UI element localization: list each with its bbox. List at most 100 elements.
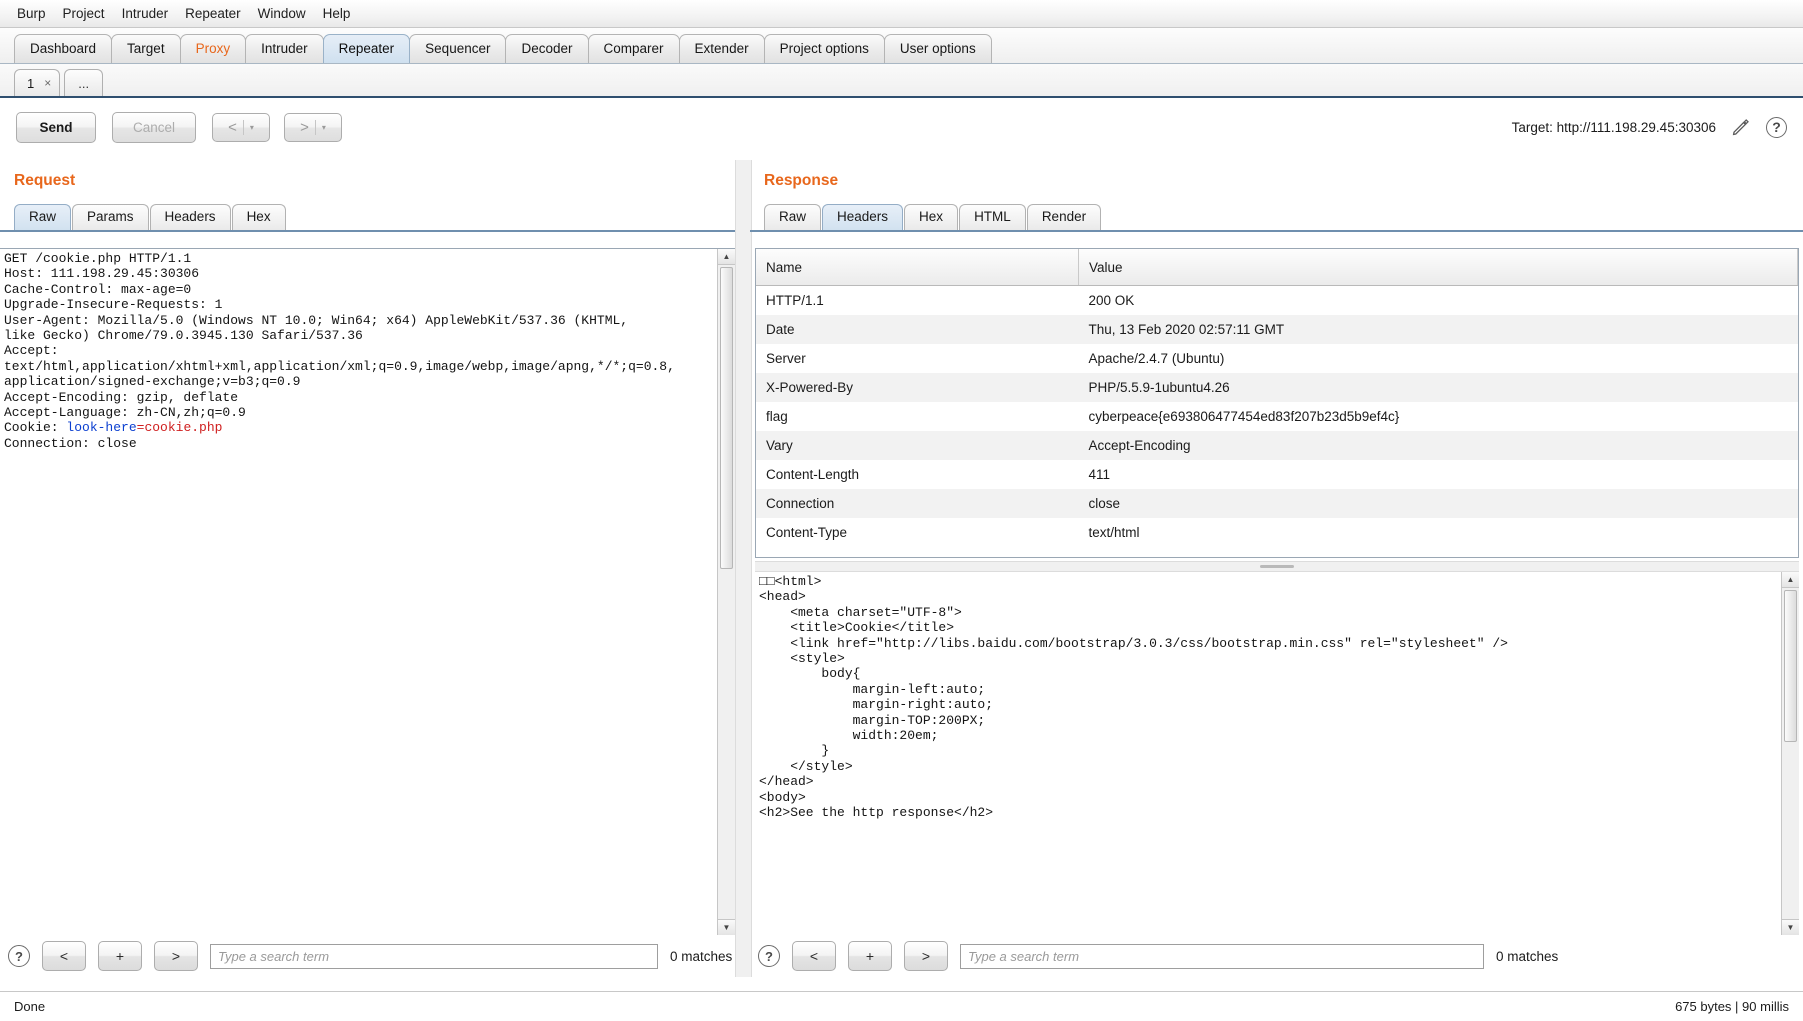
table-row[interactable]: Server Apache/2.4.7 (Ubuntu) [756,344,1798,373]
response-tab-html[interactable]: HTML [959,204,1026,230]
table-row[interactable]: HTTP/1.1 200 OK [756,286,1798,316]
table-row[interactable]: Vary Accept-Encoding [756,431,1798,460]
request-raw-editor[interactable]: GET /cookie.php HTTP/1.1 Host: 111.198.29… [0,249,718,935]
request-line: GET /cookie.php HTTP/1.1 [4,251,192,266]
search-prev-button[interactable]: < [42,941,86,971]
header-name-cell: Date [756,315,1079,344]
search-next-button[interactable]: > [904,941,948,971]
response-tab-headers[interactable]: Headers [822,204,904,230]
request-response-split: Request Raw Params Headers Hex GET /cook… [0,160,1803,977]
search-prev-button[interactable]: < [792,941,836,971]
header-name-cell: Content-Length [766,467,860,482]
table-row[interactable]: Content-Length 411 [756,460,1798,489]
header-name-cell: Server [766,351,806,366]
send-button[interactable]: Send [16,111,96,143]
header-value-cell: PHP/5.5.9-1ubuntu4.26 [1078,373,1798,402]
search-next-button[interactable]: > [154,941,198,971]
status-bar: Done 675 bytes | 90 millis [0,991,1803,1021]
tab-extender[interactable]: Extender [678,34,765,63]
chevron-right-icon: > [300,118,309,136]
tab-decoder[interactable]: Decoder [505,34,589,63]
menu-item-burp[interactable]: Burp [9,3,55,24]
menu-item-help[interactable]: Help [315,3,360,24]
request-line: text/html,application/xhtml+xml,applicat… [4,358,675,374]
tab-project-options[interactable]: Project options [763,34,885,63]
header-value-cell: text/html [1088,525,1140,540]
response-tab-hex[interactable]: Hex [904,204,959,230]
request-line: User-Agent: Mozilla/5.0 (Windows NT 10.0… [4,312,629,328]
menu-item-intruder[interactable]: Intruder [114,3,178,24]
response-body-text[interactable]: □□<html> <head> <meta charset="UTF-8"> <… [759,574,1781,935]
request-tab-hex[interactable]: Hex [231,204,286,230]
response-tab-strip: Raw Headers Hex HTML Render [750,202,1803,232]
help-icon[interactable]: ? [1766,116,1787,138]
divider [242,119,244,135]
tab-target[interactable]: Target [111,34,181,63]
header-name-cell: Vary [756,431,1079,460]
forward-button[interactable]: > ▾ [284,112,342,142]
status-left-label: Done [14,999,46,1014]
response-tab-raw[interactable]: Raw [764,204,822,230]
tab-comparer[interactable]: Comparer [587,34,680,63]
menu-item-window[interactable]: Window [250,3,315,24]
table-row[interactable]: Connection close [756,489,1798,518]
request-editor-area: GET /cookie.php HTTP/1.1 Host: 111.198.29… [0,248,735,935]
request-line: Cache-Control: max-age=0 [4,281,192,297]
scroll-up-icon[interactable]: ▲ [1782,572,1799,588]
response-tab-render[interactable]: Render [1026,204,1102,230]
request-tab-params[interactable]: Params [72,204,149,230]
target-area: Target: http://111.198.29.45:30306 ? [1512,116,1787,138]
request-line: Accept-Encoding: gzip, deflate [4,389,239,405]
scroll-up-icon[interactable]: ▲ [718,249,735,265]
menu-item-repeater[interactable]: Repeater [177,3,250,24]
help-icon[interactable]: ? [758,945,780,967]
request-line: Cookie: look-here=cookie.php [4,420,223,436]
scroll-down-icon[interactable]: ▼ [718,919,735,935]
table-row[interactable]: X-Powered-By PHP/5.5.9-1ubuntu4.26 [756,373,1798,402]
pencil-icon[interactable] [1730,116,1752,138]
search-matches-label: 0 matches [670,948,733,964]
tab-repeater[interactable]: Repeater [322,34,411,63]
request-tab-headers[interactable]: Headers [149,204,231,230]
burp-suite-window: Burp Project Intruder Repeater Window He… [0,0,1803,1021]
scrollbar-thumb[interactable] [1784,590,1797,742]
search-add-button[interactable]: + [848,941,892,971]
splitter-grip [1260,565,1294,568]
tab-proxy[interactable]: Proxy [179,34,247,63]
request-vertical-scrollbar[interactable]: ▲ ▼ [717,249,735,935]
divider [314,119,316,135]
table-row[interactable]: Content-Type text/html [756,518,1798,547]
table-header-row: Name Value [756,249,1798,286]
response-inner-splitter[interactable] [755,561,1799,572]
search-input[interactable]: Type a search term [960,943,1484,969]
tab-user-options[interactable]: User options [883,34,992,63]
repeater-tab-1[interactable]: 1 × [14,69,61,96]
new-repeater-tab-button[interactable]: ... [64,69,104,96]
response-headers-table: Name Value HTTP/1.1 200 OK Date Thu, 13 Feb… [756,249,1798,547]
header-name-cell: X-Powered-By [756,373,1079,402]
search-add-button[interactable]: + [98,941,142,971]
chevron-down-icon[interactable]: ▾ [322,123,326,132]
response-body-box: □□<html> <head> <meta charset="UTF-8"> <… [755,572,1799,935]
request-tab-raw[interactable]: Raw [14,204,72,230]
chevron-down-icon[interactable]: ▾ [250,123,254,132]
cancel-button[interactable]: Cancel [112,111,196,143]
menu-item-project[interactable]: Project [55,3,114,24]
search-input[interactable]: Type a search term [210,943,658,969]
tab-dashboard[interactable]: Dashboard [14,34,113,63]
header-value-cell: Accept-Encoding [1078,431,1798,460]
column-header-name[interactable]: Name [756,249,1079,286]
tab-intruder[interactable]: Intruder [245,34,324,63]
column-header-value[interactable]: Value [1078,249,1798,286]
response-vertical-scrollbar[interactable]: ▲ ▼ [1781,572,1799,935]
close-icon[interactable]: × [44,71,51,96]
scrollbar-thumb[interactable] [720,267,733,569]
tab-sequencer[interactable]: Sequencer [409,34,507,63]
repeater-tab-strip: 1 × ... [0,64,1803,98]
table-row[interactable]: Date Thu, 13 Feb 2020 02:57:11 GMT [756,315,1798,344]
table-row[interactable]: flag cyberpeace{e693806477454ed83f207b23d… [756,402,1798,431]
scroll-down-icon[interactable]: ▼ [1782,919,1799,935]
response-content: Name Value HTTP/1.1 200 OK Date Thu, 13 Feb… [750,248,1803,935]
back-button[interactable]: < ▾ [212,112,270,142]
help-icon[interactable]: ? [8,945,30,967]
